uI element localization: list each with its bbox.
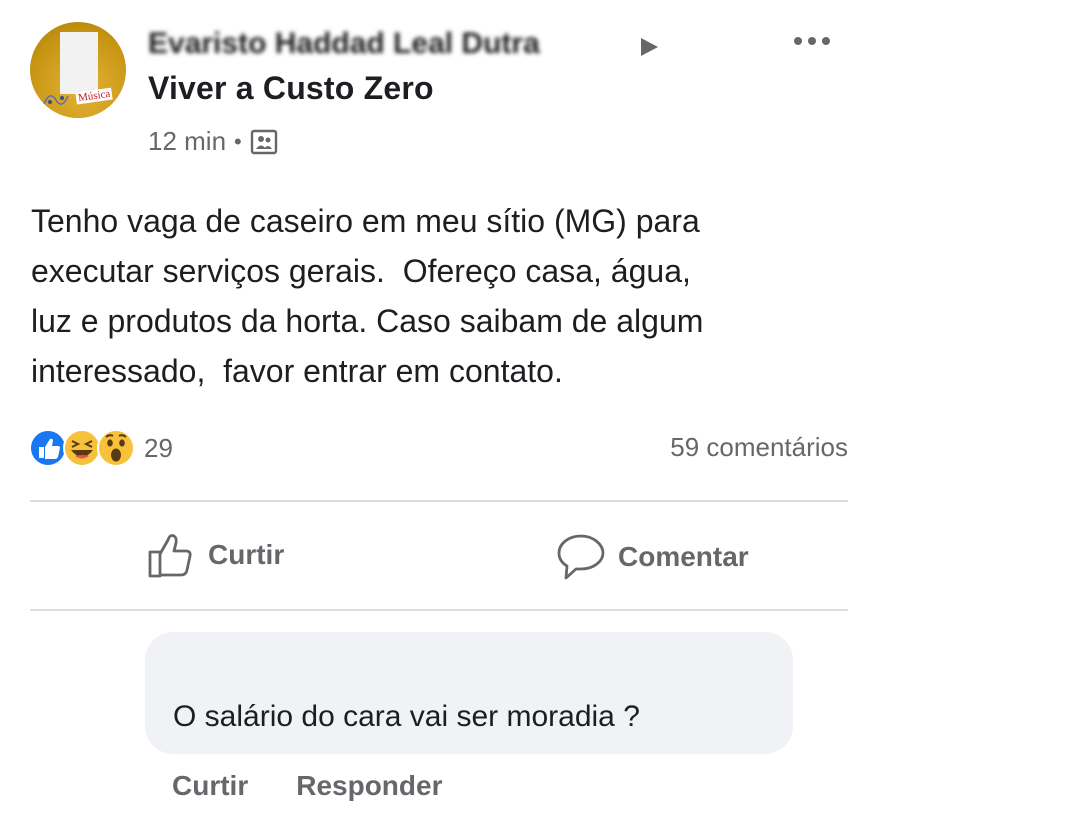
post-body-text: Tenho vaga de caseiro em meu sítio (MG) … — [31, 203, 704, 389]
comment-button[interactable]: Comentar — [556, 532, 749, 582]
comments-count-link[interactable]: 59 comentários — [670, 432, 848, 463]
reactions-summary[interactable]: 29 — [28, 428, 173, 468]
author-avatar[interactable]: Música — [30, 22, 126, 118]
like-button[interactable]: Curtir — [146, 530, 284, 580]
more-options-icon[interactable] — [792, 36, 832, 46]
meta-separator: • — [234, 128, 242, 154]
avatar-music-notes-icon — [43, 95, 69, 105]
divider-top — [30, 500, 848, 502]
avatar-blurred-area — [60, 32, 98, 94]
comment-like-link[interactable]: Curtir — [172, 770, 248, 802]
post-timestamp[interactable]: 12 min — [148, 126, 226, 157]
like-button-label: Curtir — [208, 539, 285, 570]
group-icon — [250, 129, 277, 154]
wow-icon — [97, 429, 135, 467]
play-arrow-icon — [641, 38, 658, 56]
thumbs-up-icon — [148, 534, 192, 578]
comment-text: O salário do cara vai ser moradia ? — [173, 700, 640, 733]
author-name[interactable]: Evaristo Haddad Leal Dutra — [148, 22, 626, 56]
group-name[interactable]: Viver a Custo Zero — [148, 70, 434, 107]
post-meta: 12 min • — [148, 126, 278, 157]
comment-bubble[interactable]: O salário do cara vai ser moradia ? — [145, 632, 793, 754]
divider-bottom — [30, 609, 848, 611]
comment-actions: Curtir Responder — [172, 770, 442, 802]
comment-button-label: Comentar — [618, 541, 749, 572]
comment-icon — [557, 534, 605, 580]
reaction-count: 29 — [144, 432, 173, 463]
comment-reply-link[interactable]: Responder — [296, 770, 442, 802]
